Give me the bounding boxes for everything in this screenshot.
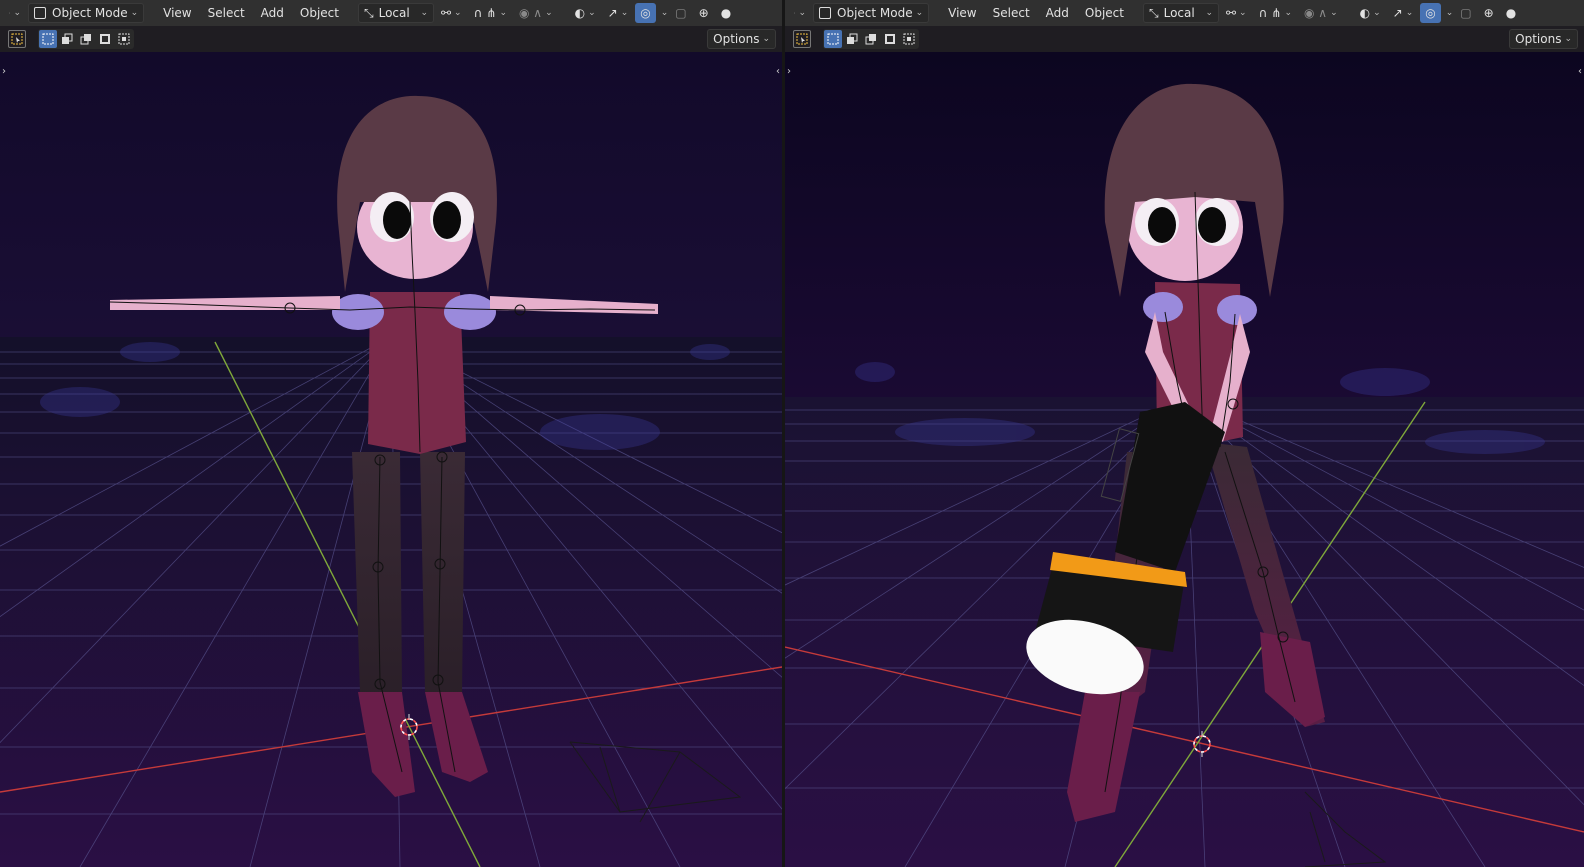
xray-icon[interactable]: ▢ (670, 3, 691, 23)
xray-icon[interactable]: ▢ (1455, 3, 1476, 23)
mode-selector[interactable]: Object Mode ⌄ (28, 3, 145, 23)
wireframe-shading-icon[interactable]: ⊕ (694, 3, 714, 23)
viewport-header: ⌄ Object Mode ⌄ View Select Add Object ⤡… (0, 0, 782, 26)
chevron-down-icon: ⌄ (915, 8, 924, 18)
object-visibility-icon[interactable]: ◐ ⌄ (570, 3, 601, 23)
toolbar-expand-icon[interactable]: › (787, 66, 791, 77)
select-box-tool-icon[interactable] (8, 30, 26, 48)
orientation-label: Local (378, 6, 410, 20)
selection-mode-group (823, 29, 919, 49)
options-dropdown[interactable]: Options ⌄ (707, 29, 776, 49)
viewport-left[interactable]: ⌄ Object Mode ⌄ View Select Add Object ⤡… (0, 0, 782, 867)
snap-icon[interactable]: ∩ ⋔ ⌄ (1254, 3, 1297, 23)
scene-render (785, 52, 1584, 867)
sidebar-expand-icon[interactable]: ‹ (776, 66, 780, 77)
options-dropdown[interactable]: Options ⌄ (1509, 29, 1578, 49)
menu-object[interactable]: Object (293, 3, 346, 23)
menu-add[interactable]: Add (254, 3, 291, 23)
editor-type-icon[interactable]: ⌄ (4, 3, 26, 23)
transform-orientation-icon: ⤡ (363, 5, 374, 20)
menu-select[interactable]: Select (986, 3, 1037, 23)
orientation-label: Local (1163, 6, 1195, 20)
menu-add[interactable]: Add (1039, 3, 1076, 23)
chevron-down-icon: ⌄ (130, 8, 139, 18)
select-intersect-icon[interactable] (115, 30, 133, 48)
mode-label: Object Mode (837, 6, 913, 20)
select-new-icon[interactable] (824, 30, 842, 48)
overlay-icon[interactable]: ◎ (1420, 3, 1441, 23)
menu-view[interactable]: View (156, 3, 198, 23)
object-mode-icon (34, 7, 46, 19)
select-invert-icon[interactable] (881, 30, 899, 48)
selection-mode-group (38, 29, 134, 49)
tool-settings-bar: Options ⌄ (785, 26, 1584, 52)
object-visibility-icon[interactable]: ◐ ⌄ (1355, 3, 1386, 23)
pivot-icon[interactable]: ⚯ ⌄ (436, 3, 467, 23)
transform-orientation-selector[interactable]: ⤡ Local ⌄ (357, 3, 434, 23)
gizmo-icon[interactable]: ↗ ⌄ (1388, 3, 1419, 23)
viewport-3d-scene[interactable] (0, 52, 782, 867)
object-mode-icon (819, 7, 831, 19)
select-subtract-icon[interactable] (77, 30, 95, 48)
editor-type-icon[interactable]: ⌄ (789, 3, 811, 23)
menu-select[interactable]: Select (201, 3, 252, 23)
transform-orientation-icon: ⤡ (1148, 5, 1159, 20)
mode-selector[interactable]: Object Mode ⌄ (813, 3, 930, 23)
solid-shading-icon[interactable]: ● (1501, 3, 1521, 23)
select-subtract-icon[interactable] (862, 30, 880, 48)
tool-settings-bar: Options ⌄ (0, 26, 782, 52)
mode-label: Object Mode (52, 6, 128, 20)
sidebar-expand-icon[interactable]: ‹ (1578, 66, 1582, 77)
proportional-edit-icon[interactable]: ◉ ∧ ⌄ (514, 3, 558, 23)
menu-view[interactable]: View (941, 3, 983, 23)
scene-render (0, 52, 782, 867)
menu-object[interactable]: Object (1078, 3, 1131, 23)
proportional-edit-icon[interactable]: ◉ ∧ ⌄ (1299, 3, 1343, 23)
workspace: ⌄ Object Mode ⌄ View Select Add Object ⤡… (0, 0, 1584, 867)
snap-icon[interactable]: ∩ ⋔ ⌄ (469, 3, 512, 23)
select-extend-icon[interactable] (58, 30, 76, 48)
select-intersect-icon[interactable] (900, 30, 918, 48)
transform-orientation-selector[interactable]: ⤡ Local ⌄ (1142, 3, 1219, 23)
solid-shading-icon[interactable]: ● (716, 3, 736, 23)
options-label: Options (1515, 32, 1562, 46)
pivot-icon[interactable]: ⚯ ⌄ (1221, 3, 1252, 23)
viewport-3d-scene[interactable] (785, 52, 1584, 867)
viewport-right[interactable]: ⌄ Object Mode ⌄ View Select Add Object ⤡… (785, 0, 1584, 867)
options-label: Options (713, 32, 760, 46)
select-invert-icon[interactable] (96, 30, 114, 48)
wireframe-shading-icon[interactable]: ⊕ (1479, 3, 1499, 23)
overlay-icon[interactable]: ◎ (635, 3, 656, 23)
select-box-tool-icon[interactable] (793, 30, 811, 48)
toolbar-expand-icon[interactable]: › (2, 66, 6, 77)
gizmo-icon[interactable]: ↗ ⌄ (603, 3, 634, 23)
select-extend-icon[interactable] (843, 30, 861, 48)
select-new-icon[interactable] (39, 30, 57, 48)
viewport-header: ⌄ Object Mode ⌄ View Select Add Object ⤡… (785, 0, 1584, 26)
